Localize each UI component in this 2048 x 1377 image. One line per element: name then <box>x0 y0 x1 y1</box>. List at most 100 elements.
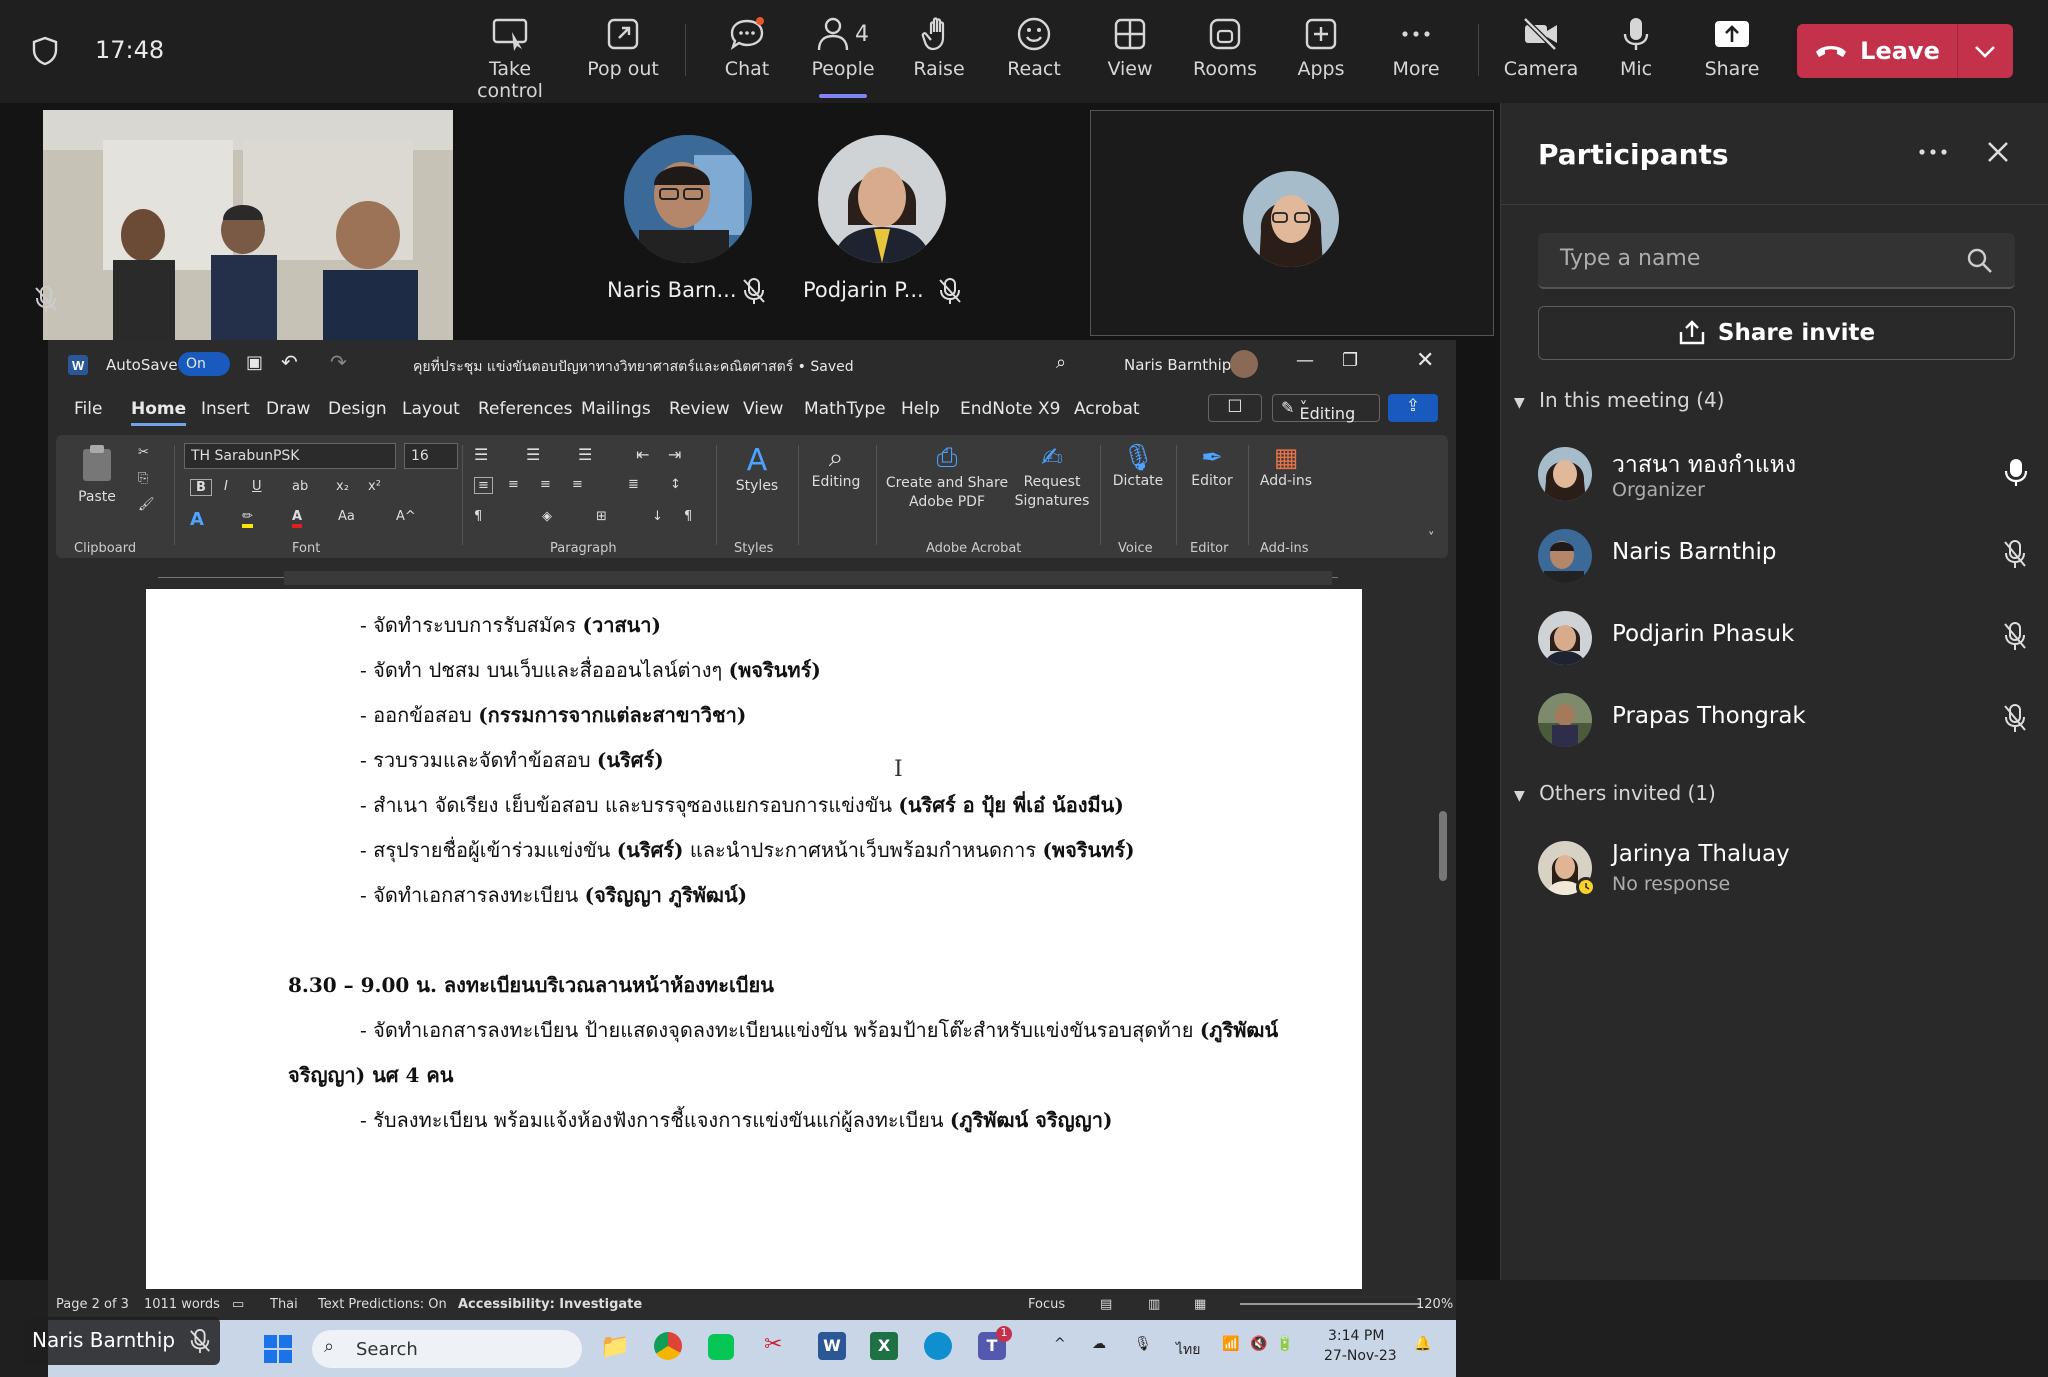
participant-row[interactable]: Podjarin Phasuk <box>1538 605 2028 669</box>
document-page[interactable]: - จัดทำระบบการรับสมัคร (วาสนา) - จัดทำ ป… <box>146 589 1362 1289</box>
tab-acrobat[interactable]: Acrobat <box>1074 399 1140 419</box>
undo-icon[interactable]: ↶ <box>281 350 298 374</box>
editing-button[interactable]: ⌕ Editing <box>806 443 866 490</box>
apps-button[interactable]: Apps <box>1281 16 1361 88</box>
borders-icon[interactable]: ⊞ <box>596 509 607 524</box>
taskbar-date[interactable]: 27-Nov-23 <box>1324 1348 1397 1364</box>
line-spacing-icon[interactable]: ↕ <box>670 477 681 492</box>
sort-icon[interactable]: ↓ <box>652 509 663 524</box>
chat-button[interactable]: Chat <box>707 16 787 88</box>
minimize-icon[interactable]: — <box>1296 350 1314 371</box>
edge-icon[interactable] <box>924 1332 952 1360</box>
paste-button[interactable]: Paste <box>72 443 122 505</box>
increase-indent-icon[interactable]: ⇥ <box>668 445 681 464</box>
zoom-slider[interactable] <box>1240 1303 1420 1305</box>
share-doc-button[interactable]: ⇪ <box>1388 394 1438 422</box>
line-app-icon[interactable] <box>708 1334 734 1360</box>
battery-icon[interactable]: 🔋 <box>1276 1336 1293 1352</box>
thai-distributed-icon[interactable]: ≣ <box>628 477 639 492</box>
take-control-button[interactable]: Take control <box>455 16 565 102</box>
camera-button[interactable]: Camera <box>1500 16 1582 88</box>
participant-search-input[interactable]: Type a name <box>1538 233 2015 289</box>
copy-icon[interactable]: ⎘ <box>138 471 148 486</box>
volume-icon[interactable]: 🔇 <box>1250 1336 1267 1352</box>
muted-mic-icon[interactable] <box>2002 703 2028 733</box>
justify-icon[interactable]: ≡ <box>572 477 583 492</box>
close-icon[interactable] <box>1985 139 2011 165</box>
avatar[interactable] <box>1230 350 1258 378</box>
tab-file[interactable]: File <box>74 399 102 419</box>
align-left-icon[interactable]: ≡ <box>474 477 493 494</box>
numbering-icon[interactable]: ☰ <box>526 445 540 464</box>
tab-mathtype[interactable]: MathType <box>804 399 886 419</box>
search-icon[interactable]: ⌕ <box>1056 352 1066 373</box>
autosave-toggle[interactable]: On <box>178 352 230 376</box>
align-right-icon[interactable]: ≡ <box>540 477 551 492</box>
document-title[interactable]: คุยที่ประชุม แข่งขันตอบปัญหาทางวิทยาศาสต… <box>413 356 854 378</box>
tab-insert[interactable]: Insert <box>201 399 250 419</box>
ruler[interactable] <box>48 567 1456 589</box>
react-button[interactable]: React <box>994 16 1074 88</box>
text-effects-icon[interactable]: A <box>190 509 204 530</box>
restore-icon[interactable]: ❐ <box>1342 350 1358 371</box>
excel-taskbar-icon[interactable]: X <box>870 1332 898 1360</box>
align-center-icon[interactable]: ≡ <box>508 477 519 492</box>
superscript-button[interactable]: x² <box>368 479 381 494</box>
tab-view[interactable]: View <box>743 399 783 419</box>
addins-button[interactable]: ▦ Add-ins <box>1254 443 1318 489</box>
leave-main[interactable]: Leave <box>1797 24 1957 78</box>
file-explorer-icon[interactable]: 📁 <box>600 1332 630 1360</box>
notification-icon[interactable]: 🔔 <box>1414 1336 1431 1352</box>
participant-row[interactable]: วาสนา ทองกำแหง Organizer <box>1538 441 2028 505</box>
grow-font-icon[interactable]: A^ <box>396 509 416 524</box>
ltr-icon[interactable]: ¶ <box>474 509 482 524</box>
bullets-icon[interactable]: ☰ <box>474 445 488 464</box>
zoom-level[interactable]: 120% <box>1416 1297 1453 1312</box>
tab-review[interactable]: Review <box>669 399 730 419</box>
windows-start-icon[interactable] <box>263 1334 293 1364</box>
share-invite-button[interactable]: Share invite <box>1538 306 2015 360</box>
participant-row[interactable]: Jarinya Thaluay No response <box>1538 835 2028 899</box>
taskbar-search[interactable]: ⌕ Search <box>312 1330 582 1368</box>
request-signatures-button[interactable]: ✍ Request Signatures <box>1010 443 1094 511</box>
font-color-icon[interactable]: A <box>292 509 303 528</box>
mic-muted-tray-icon[interactable]: 🎙 <box>1134 1336 1152 1352</box>
dictate-button[interactable]: 🎙 Dictate <box>1106 443 1170 489</box>
raise-hand-button[interactable]: Raise <box>899 16 979 88</box>
show-formatting-icon[interactable]: ¶ <box>684 509 692 524</box>
editor-button[interactable]: ✒ Editor <box>1182 443 1242 489</box>
tab-endnote[interactable]: EndNote X9 <box>960 399 1060 419</box>
leave-button[interactable]: Leave <box>1797 24 2013 78</box>
create-pdf-button[interactable]: ⎙ Create and Share Adobe PDF <box>882 443 1012 512</box>
bold-button[interactable]: B <box>190 479 212 496</box>
tray-chevron-icon[interactable]: ^ <box>1054 1336 1066 1352</box>
word-count[interactable]: 1011 words <box>144 1297 220 1312</box>
cut-icon[interactable]: ✂ <box>138 445 149 460</box>
focus-mode[interactable]: Focus <box>1028 1297 1065 1312</box>
chevron-down-icon[interactable] <box>1973 42 1997 60</box>
accessibility-status[interactable]: Accessibility: Investigate <box>458 1297 642 1312</box>
italic-button[interactable]: I <box>224 479 228 494</box>
doc-scrollbar[interactable] <box>1436 589 1450 1289</box>
proofing-icon[interactable]: ▭ <box>232 1297 244 1312</box>
editing-mode-button[interactable]: ✎ Editing ˅ <box>1272 394 1380 423</box>
muted-mic-icon[interactable] <box>2002 621 2028 651</box>
print-layout-icon[interactable]: ▥ <box>1148 1297 1160 1312</box>
font-name-select[interactable]: TH SarabunPSK <box>184 443 396 469</box>
share-button[interactable]: Share <box>1692 16 1772 88</box>
tab-mailings[interactable]: Mailings <box>581 399 651 419</box>
tab-help[interactable]: Help <box>901 399 940 419</box>
mic-button[interactable]: Mic <box>1596 16 1676 88</box>
panel-more-icon[interactable] <box>1917 147 1949 157</box>
word-taskbar-icon[interactable]: W <box>818 1332 846 1360</box>
tab-layout[interactable]: Layout <box>402 399 460 419</box>
tab-references[interactable]: References <box>478 399 572 419</box>
chrome-icon[interactable] <box>654 1332 682 1360</box>
input-language[interactable]: ไทย <box>1176 1339 1200 1361</box>
snipping-tool-icon[interactable]: ✂ <box>764 1332 782 1357</box>
read-mode-icon[interactable]: ▤ <box>1100 1297 1112 1312</box>
styles-button[interactable]: A Styles <box>732 443 782 494</box>
participant-row[interactable]: Prapas Thongrak <box>1538 687 2028 751</box>
shading-icon[interactable]: ◈ <box>542 509 552 524</box>
others-invited-section-header[interactable]: ▼ Others invited (1) <box>1514 781 1716 805</box>
